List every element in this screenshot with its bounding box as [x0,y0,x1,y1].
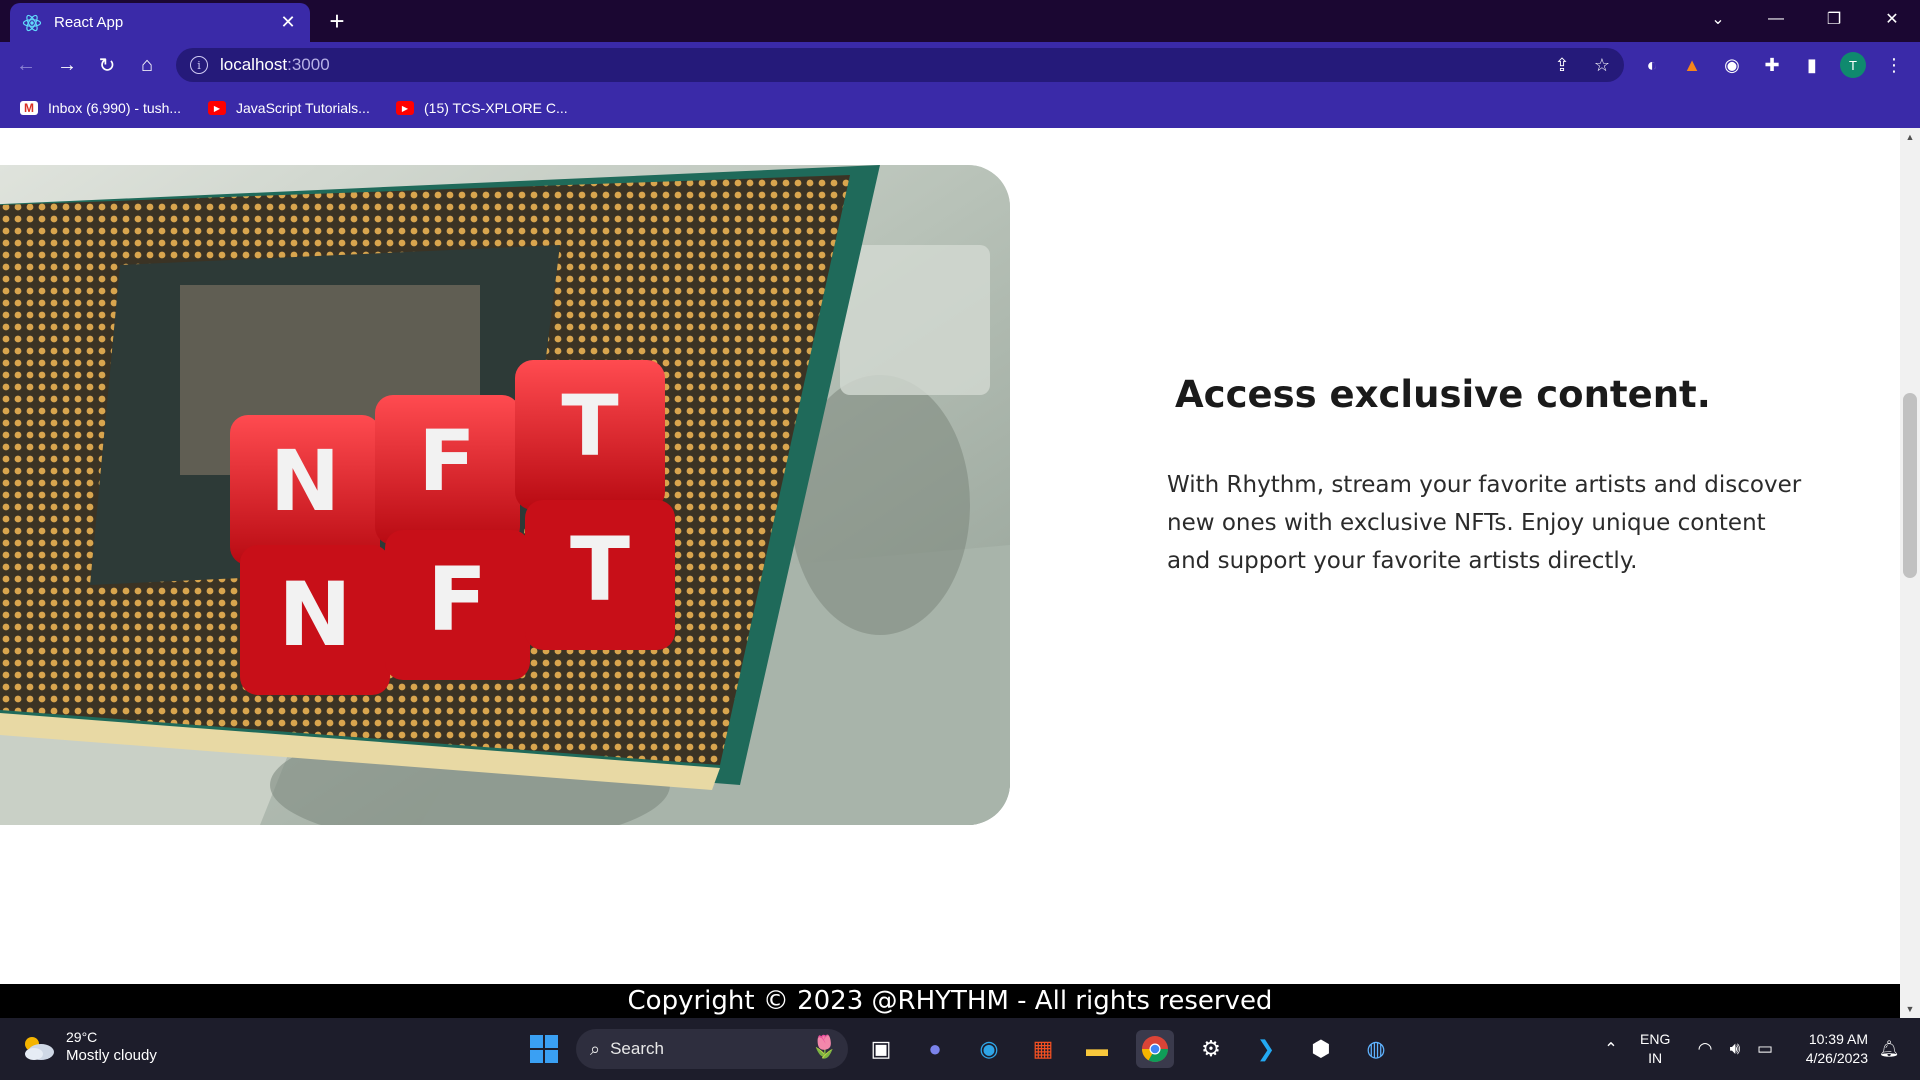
youtube-icon: ▶ [396,101,414,115]
tab-search-icon[interactable]: ⌄ [1690,0,1746,38]
vscode-icon[interactable]: ❯ [1247,1030,1285,1068]
section-paragraph: With Rhythm, stream your favorite artist… [1167,472,1802,574]
scroll-up-arrow-icon[interactable]: ▲ [1900,128,1920,146]
extensions-puzzle-icon[interactable]: ✚ [1758,51,1786,79]
bookmark-label: (15) TCS-XPLORE C... [424,100,568,116]
svg-text:N: N [270,432,340,530]
scroll-down-arrow-icon[interactable]: ▼ [1900,1000,1920,1018]
scroll-thumb[interactable] [1903,393,1917,578]
reload-button[interactable]: ↻ [91,49,123,81]
tab-title: React App [54,14,124,31]
svg-text:F: F [427,548,487,651]
task-view-icon[interactable]: ▣ [862,1030,900,1068]
close-tab-icon[interactable]: ✕ [278,12,298,33]
file-explorer-icon[interactable]: ▬ [1078,1030,1116,1068]
side-panel-icon[interactable]: ▮ [1798,51,1826,79]
unity-app-icon[interactable]: ⬢ [1302,1030,1340,1068]
language-indicator[interactable]: ENG IN [1640,1030,1670,1068]
bookmarks-bar: M Inbox (6,990) - tush... ▶ JavaScript T… [0,88,1920,128]
nft-hero-image: N F T N F T [0,165,1010,825]
settings-gear-icon[interactable]: ⚙ [1192,1030,1230,1068]
minimize-button[interactable]: — [1748,0,1804,38]
tab-react-app[interactable]: React App ✕ [10,3,310,42]
bookmark-label: Inbox (6,990) - tush... [48,100,182,116]
battery-icon[interactable]: ▭ [1746,1030,1784,1068]
tab-strip: React App ✕ + ⌄ — ❐ ✕ [0,0,1920,42]
cloudy-weather-icon [25,1037,54,1060]
weather-widget[interactable]: 29°C Mostly cloudy [20,1028,157,1066]
extension-eye-icon[interactable]: ◉ [1718,51,1746,79]
lang-top: ENG [1640,1031,1671,1047]
taskbar-search[interactable]: ⌕ Search 🌷 [576,1029,848,1069]
bookmark-label: JavaScript Tutorials... [236,100,370,116]
menu-kebab-icon[interactable]: ⋮ [1880,51,1908,79]
search-label: Search [610,1039,664,1058]
new-tab-button[interactable]: + [322,6,352,36]
search-icon: ⌕ [590,1038,601,1059]
clock-time: 10:39 AM [1808,1031,1868,1047]
share-icon[interactable]: ⇪ [1546,48,1578,82]
page-scrollbar[interactable]: ▲ ▼ [1900,128,1920,1018]
bookmark-javascript-tutorials[interactable]: ▶ JavaScript Tutorials... [208,96,370,120]
gmail-icon: M [20,101,38,115]
notification-bell-icon[interactable]: 🔔︎ [1870,1030,1908,1068]
network-app-icon[interactable]: ◍ [1357,1030,1395,1068]
page-footer: Copyright © 2023 @RHYTHM - All rights re… [0,984,1900,1018]
bookmark-tcs-xplore[interactable]: ▶ (15) TCS-XPLORE C... [396,96,568,120]
microsoft-store-icon[interactable]: ▦ [1024,1030,1062,1068]
chrome-icon[interactable] [1136,1030,1174,1068]
profile-avatar[interactable]: T [1840,52,1866,78]
show-hidden-icons-chevron-icon[interactable]: ⌃ [1592,1030,1630,1068]
svg-text:T: T [561,377,618,475]
react-icon [22,13,42,33]
windows-start-icon[interactable] [525,1030,563,1068]
browser-toolbar: ← → ↻ ⌂ i localhost:3000 ⇪ ☆ ◐ ▲ ◉ ✚ ▮ ⋮ [0,42,1920,88]
bookmark-star-icon[interactable]: ☆ [1586,48,1618,82]
bookmark-gmail[interactable]: M Inbox (6,990) - tush... [20,96,181,120]
address-bar[interactable]: i localhost:3000 ⇪ ☆ [176,48,1624,82]
system-clock[interactable]: 10:39 AM 4/26/2023 [1790,1030,1868,1068]
close-window-button[interactable]: ✕ [1864,0,1920,38]
windows-taskbar: 29°C Mostly cloudy ⌕ Search 🌷 ▣ ● ◉ ▦ ▬ … [0,1018,1920,1080]
svg-text:F: F [418,412,475,510]
teams-chat-icon[interactable]: ● [916,1030,954,1068]
home-button[interactable]: ⌂ [131,49,163,81]
page-viewport: N F T N F T Access exclusive content. Wi… [0,128,1900,1018]
forward-button[interactable]: → [51,49,83,81]
svg-text:N: N [278,563,352,666]
clock-date: 4/26/2023 [1805,1050,1868,1066]
section-heading: Access exclusive content. [1175,373,1711,416]
youtube-icon: ▶ [208,101,226,115]
metamask-fox-icon[interactable]: ▲ [1678,51,1706,79]
restore-button[interactable]: ❐ [1806,0,1862,38]
back-button[interactable]: ← [10,49,42,81]
edge-browser-icon[interactable]: ◉ [970,1030,1008,1068]
svg-text:T: T [570,518,630,621]
extension-circle-icon[interactable]: ◐ [1638,51,1666,79]
weather-temp: 29°C [66,1029,98,1045]
search-highlight-icon: 🌷 [810,1034,838,1059]
site-info-icon[interactable]: i [190,56,208,74]
url-port: :3000 [287,55,330,74]
weather-desc: Mostly cloudy [66,1047,157,1064]
lang-bottom: IN [1648,1050,1663,1066]
url-host: localhost [220,55,288,74]
